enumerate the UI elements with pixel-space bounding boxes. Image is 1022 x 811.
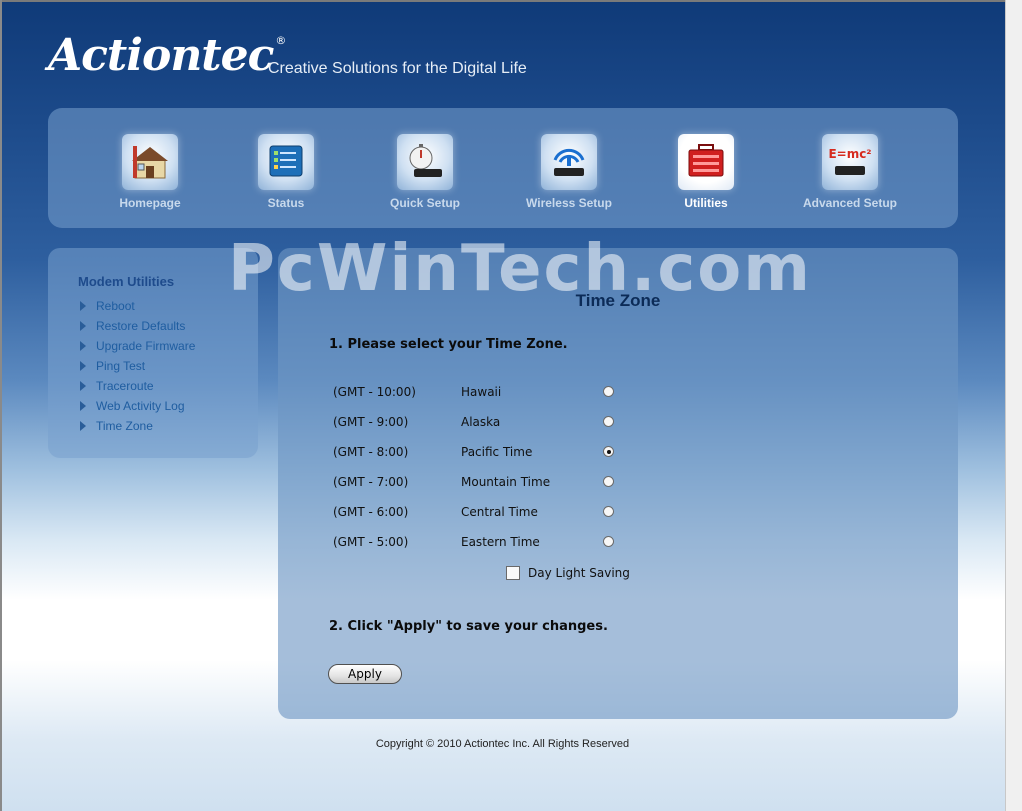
nav-wireless-setup[interactable]: Wireless Setup	[509, 134, 629, 210]
nav-label-utilities: Utilities	[684, 196, 728, 210]
window-left-border	[0, 0, 2, 811]
nav-utilities[interactable]: Utilities	[646, 134, 766, 210]
timezone-name: Pacific Time	[461, 445, 533, 459]
timezone-offset: (GMT - 10:00)	[333, 385, 416, 399]
timezone-radio-mountain[interactable]	[603, 476, 614, 487]
copyright: Copyright © 2010 Actiontec Inc. All Righ…	[375, 738, 630, 750]
sidebar-item-time-zone[interactable]: Time Zone	[80, 416, 195, 436]
timezone-radio-hawaii[interactable]	[603, 386, 614, 397]
timezone-radio-central[interactable]	[603, 506, 614, 517]
stopwatch-router-icon	[397, 134, 453, 190]
daylight-saving-label: Day Light Saving	[528, 566, 630, 580]
nav-label-wireless-setup: Wireless Setup	[526, 196, 612, 210]
emc2-router-icon: E=mc²	[822, 134, 878, 190]
actiontec-logo: Actiontec ®	[48, 30, 286, 82]
arrow-right-icon	[80, 401, 86, 411]
arrow-right-icon	[80, 301, 86, 311]
sidebar-list: Reboot Restore Defaults Upgrade Firmware…	[80, 296, 195, 436]
timezone-offset: (GMT - 5:00)	[333, 535, 409, 549]
apply-button[interactable]: Apply	[328, 664, 402, 684]
timezone-name: Alaska	[461, 415, 501, 429]
arrow-right-icon	[80, 381, 86, 391]
status-screen-icon	[258, 134, 314, 190]
nav-status[interactable]: Status	[226, 134, 346, 210]
main-nav: Homepage Status Quick Setup Wireless Set…	[48, 108, 958, 228]
timezone-radio-pacific[interactable]	[603, 446, 614, 457]
arrow-right-icon	[80, 421, 86, 431]
registered-mark: ®	[275, 34, 287, 47]
nav-quick-setup[interactable]: Quick Setup	[365, 134, 485, 210]
sidebar-item-label: Traceroute	[96, 379, 154, 393]
timezone-offset: (GMT - 6:00)	[333, 505, 409, 519]
sidebar-item-label: Reboot	[96, 299, 135, 313]
timezone-offset: (GMT - 8:00)	[333, 445, 409, 459]
timezone-offset: (GMT - 9:00)	[333, 415, 409, 429]
logo-text: Actiontec	[48, 30, 274, 81]
emc2-text: E=mc²	[829, 147, 871, 161]
timezone-name: Mountain Time	[461, 475, 551, 489]
sidebar-item-label: Web Activity Log	[96, 399, 185, 413]
nav-label-status: Status	[267, 196, 305, 210]
sidebar-item-upgrade-firmware[interactable]: Upgrade Firmware	[80, 336, 195, 356]
sidebar-item-ping-test[interactable]: Ping Test	[80, 356, 195, 376]
arrow-right-icon	[80, 341, 86, 351]
timezone-offset: (GMT - 7:00)	[333, 475, 409, 489]
toolbox-icon	[678, 134, 734, 190]
step-2-instruction: 2. Click "Apply" to save your changes.	[329, 619, 608, 634]
timezone-radio-eastern[interactable]	[603, 536, 614, 547]
tagline: Creative Solutions for the Digital Life	[268, 60, 527, 77]
daylight-saving-option: Day Light Saving	[506, 566, 630, 580]
sidebar-item-label: Restore Defaults	[96, 319, 186, 333]
sidebar-item-label: Time Zone	[96, 419, 153, 433]
nav-homepage[interactable]: Homepage	[90, 134, 210, 210]
timezone-radio-alaska[interactable]	[603, 416, 614, 427]
wireless-router-icon	[541, 134, 597, 190]
vertical-scrollbar[interactable]	[1005, 0, 1022, 811]
nav-label-homepage: Homepage	[119, 196, 181, 210]
arrow-right-icon	[80, 361, 86, 371]
sidebar-item-reboot[interactable]: Reboot	[80, 296, 195, 316]
step-1-instruction: 1. Please select your Time Zone.	[329, 337, 568, 352]
nav-advanced-setup[interactable]: E=mc² Advanced Setup	[790, 134, 910, 210]
daylight-saving-checkbox[interactable]	[506, 566, 520, 580]
time-zone-panel: Time Zone 1. Please select your Time Zon…	[278, 248, 958, 719]
sidebar-item-label: Ping Test	[96, 359, 146, 373]
window-top-border	[0, 0, 1022, 2]
timezone-name: Eastern Time	[461, 535, 540, 549]
arrow-right-icon	[80, 321, 86, 331]
timezone-name: Hawaii	[461, 385, 502, 399]
timezone-name: Central Time	[461, 505, 538, 519]
nav-label-advanced-setup: Advanced Setup	[802, 196, 898, 210]
nav-label-quick-setup: Quick Setup	[389, 196, 460, 210]
sidebar-item-traceroute[interactable]: Traceroute	[80, 376, 195, 396]
house-icon	[122, 134, 178, 190]
sidebar-item-web-activity-log[interactable]: Web Activity Log	[80, 396, 195, 416]
watermark: PcWinTech.com	[228, 232, 812, 306]
sidebar-item-restore-defaults[interactable]: Restore Defaults	[80, 316, 195, 336]
sidebar-item-label: Upgrade Firmware	[96, 339, 196, 353]
sidebar-title: Modem Utilities	[78, 274, 175, 289]
sidebar: Modem Utilities Reboot Restore Defaults …	[48, 248, 258, 458]
